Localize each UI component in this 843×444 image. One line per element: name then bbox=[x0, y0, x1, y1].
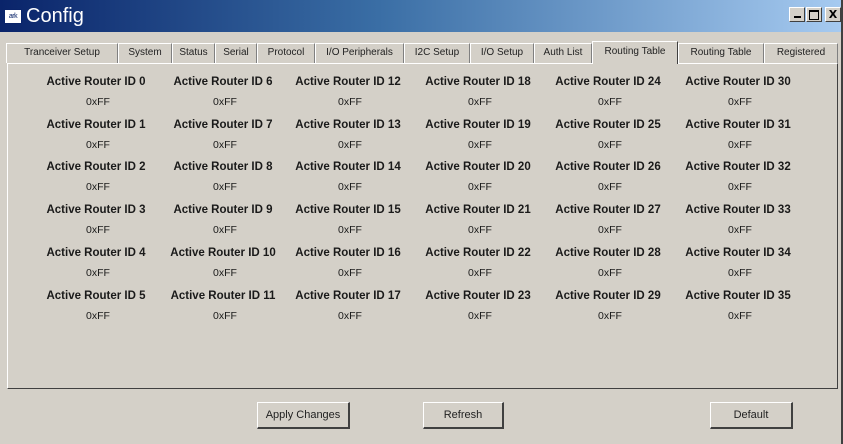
router-label: Active Router ID 34 bbox=[685, 247, 791, 259]
router-label: Active Router ID 23 bbox=[425, 290, 531, 302]
router-value: 0xFF bbox=[213, 310, 237, 322]
router-value: 0xFF bbox=[598, 96, 622, 108]
router-value: 0xFF bbox=[86, 181, 110, 193]
tab-routing-table-2[interactable]: Routing Table bbox=[678, 43, 764, 63]
router-label: Active Router ID 10 bbox=[170, 247, 276, 259]
tab-protocol[interactable]: Protocol bbox=[257, 43, 315, 63]
maximize-icon bbox=[809, 10, 819, 20]
router-label: Active Router ID 22 bbox=[425, 247, 531, 259]
tab-auth-list[interactable]: Auth List bbox=[534, 43, 592, 63]
router-value: 0xFF bbox=[728, 310, 752, 322]
config-window: ark Config X Tranceiver Setup System Sta… bbox=[0, 0, 843, 444]
router-label: Active Router ID 1 bbox=[46, 119, 146, 131]
router-label: Active Router ID 31 bbox=[685, 119, 791, 131]
router-value: 0xFF bbox=[338, 96, 362, 108]
router-label: Active Router ID 15 bbox=[295, 204, 401, 216]
router-value: 0xFF bbox=[338, 139, 362, 151]
tab-tranceiver-setup[interactable]: Tranceiver Setup bbox=[6, 43, 118, 63]
router-label: Active Router ID 21 bbox=[425, 204, 531, 216]
router-label: Active Router ID 12 bbox=[295, 76, 401, 88]
router-value: 0xFF bbox=[468, 267, 492, 279]
router-label: Active Router ID 25 bbox=[555, 119, 661, 131]
router-value: 0xFF bbox=[213, 224, 237, 236]
router-label: Active Router ID 17 bbox=[295, 290, 401, 302]
router-label: Active Router ID 2 bbox=[46, 161, 146, 173]
tab-routing-table[interactable]: Routing Table bbox=[592, 41, 678, 64]
maximize-button[interactable] bbox=[806, 7, 822, 22]
router-label: Active Router ID 24 bbox=[555, 76, 661, 88]
router-label: Active Router ID 9 bbox=[173, 204, 273, 216]
router-value: 0xFF bbox=[213, 96, 237, 108]
router-value: 0xFF bbox=[728, 181, 752, 193]
router-value: 0xFF bbox=[213, 181, 237, 193]
router-value: 0xFF bbox=[86, 224, 110, 236]
router-label: Active Router ID 8 bbox=[173, 161, 273, 173]
close-button[interactable]: X bbox=[825, 7, 841, 22]
router-value: 0xFF bbox=[338, 310, 362, 322]
tab-io-setup[interactable]: I/O Setup bbox=[470, 43, 534, 63]
router-value: 0xFF bbox=[468, 224, 492, 236]
router-label: Active Router ID 5 bbox=[46, 290, 146, 302]
router-label: Active Router ID 20 bbox=[425, 161, 531, 173]
router-label: Active Router ID 19 bbox=[425, 119, 531, 131]
router-value: 0xFF bbox=[728, 267, 752, 279]
router-label: Active Router ID 6 bbox=[173, 76, 273, 88]
tab-io-peripherals[interactable]: I/O Peripherals bbox=[315, 43, 404, 63]
router-label: Active Router ID 13 bbox=[295, 119, 401, 131]
title-bar[interactable]: ark Config X bbox=[0, 0, 841, 32]
router-value: 0xFF bbox=[338, 267, 362, 279]
window-title: Config bbox=[26, 5, 84, 27]
router-value: 0xFF bbox=[598, 310, 622, 322]
tab-registered[interactable]: Registered bbox=[764, 43, 838, 63]
router-label: Active Router ID 28 bbox=[555, 247, 661, 259]
tab-serial[interactable]: Serial bbox=[215, 43, 257, 63]
router-value: 0xFF bbox=[598, 267, 622, 279]
router-label: Active Router ID 35 bbox=[685, 290, 791, 302]
router-value: 0xFF bbox=[338, 224, 362, 236]
minimize-button[interactable] bbox=[789, 7, 805, 22]
tab-i2c-setup[interactable]: I2C Setup bbox=[404, 43, 470, 63]
router-value: 0xFF bbox=[728, 224, 752, 236]
router-value: 0xFF bbox=[728, 139, 752, 151]
router-label: Active Router ID 30 bbox=[685, 76, 791, 88]
router-label: Active Router ID 0 bbox=[46, 76, 146, 88]
router-label: Active Router ID 7 bbox=[173, 119, 273, 131]
apply-changes-button[interactable]: Apply Changes bbox=[257, 402, 350, 429]
router-label: Active Router ID 11 bbox=[170, 290, 276, 302]
router-value: 0xFF bbox=[728, 96, 752, 108]
refresh-button[interactable]: Refresh bbox=[423, 402, 504, 429]
router-label: Active Router ID 29 bbox=[555, 290, 661, 302]
router-label: Active Router ID 18 bbox=[425, 76, 531, 88]
router-label: Active Router ID 4 bbox=[46, 247, 146, 259]
router-label: Active Router ID 26 bbox=[555, 161, 661, 173]
router-value: 0xFF bbox=[86, 96, 110, 108]
router-label: Active Router ID 16 bbox=[295, 247, 401, 259]
router-value: 0xFF bbox=[468, 139, 492, 151]
router-value: 0xFF bbox=[86, 267, 110, 279]
router-value: 0xFF bbox=[86, 139, 110, 151]
router-label: Active Router ID 32 bbox=[685, 161, 791, 173]
tab-status[interactable]: Status bbox=[172, 43, 215, 63]
router-label: Active Router ID 33 bbox=[685, 204, 791, 216]
router-value: 0xFF bbox=[86, 310, 110, 322]
default-button[interactable]: Default bbox=[710, 402, 793, 429]
tab-system[interactable]: System bbox=[118, 43, 172, 63]
app-icon: ark bbox=[4, 9, 22, 24]
router-value: 0xFF bbox=[213, 267, 237, 279]
router-value: 0xFF bbox=[468, 310, 492, 322]
router-value: 0xFF bbox=[598, 139, 622, 151]
router-value: 0xFF bbox=[213, 139, 237, 151]
router-label: Active Router ID 27 bbox=[555, 204, 661, 216]
router-value: 0xFF bbox=[598, 224, 622, 236]
tab-strip: Tranceiver Setup System Status Serial Pr… bbox=[6, 41, 841, 64]
minimize-icon bbox=[793, 16, 801, 18]
router-label: Active Router ID 3 bbox=[46, 204, 146, 216]
router-value: 0xFF bbox=[338, 181, 362, 193]
router-value: 0xFF bbox=[598, 181, 622, 193]
router-label: Active Router ID 14 bbox=[295, 161, 401, 173]
router-value: 0xFF bbox=[468, 96, 492, 108]
routing-table-panel: Active Router ID 0 0xFF Active Router ID 1… bbox=[7, 63, 838, 389]
router-value: 0xFF bbox=[468, 181, 492, 193]
